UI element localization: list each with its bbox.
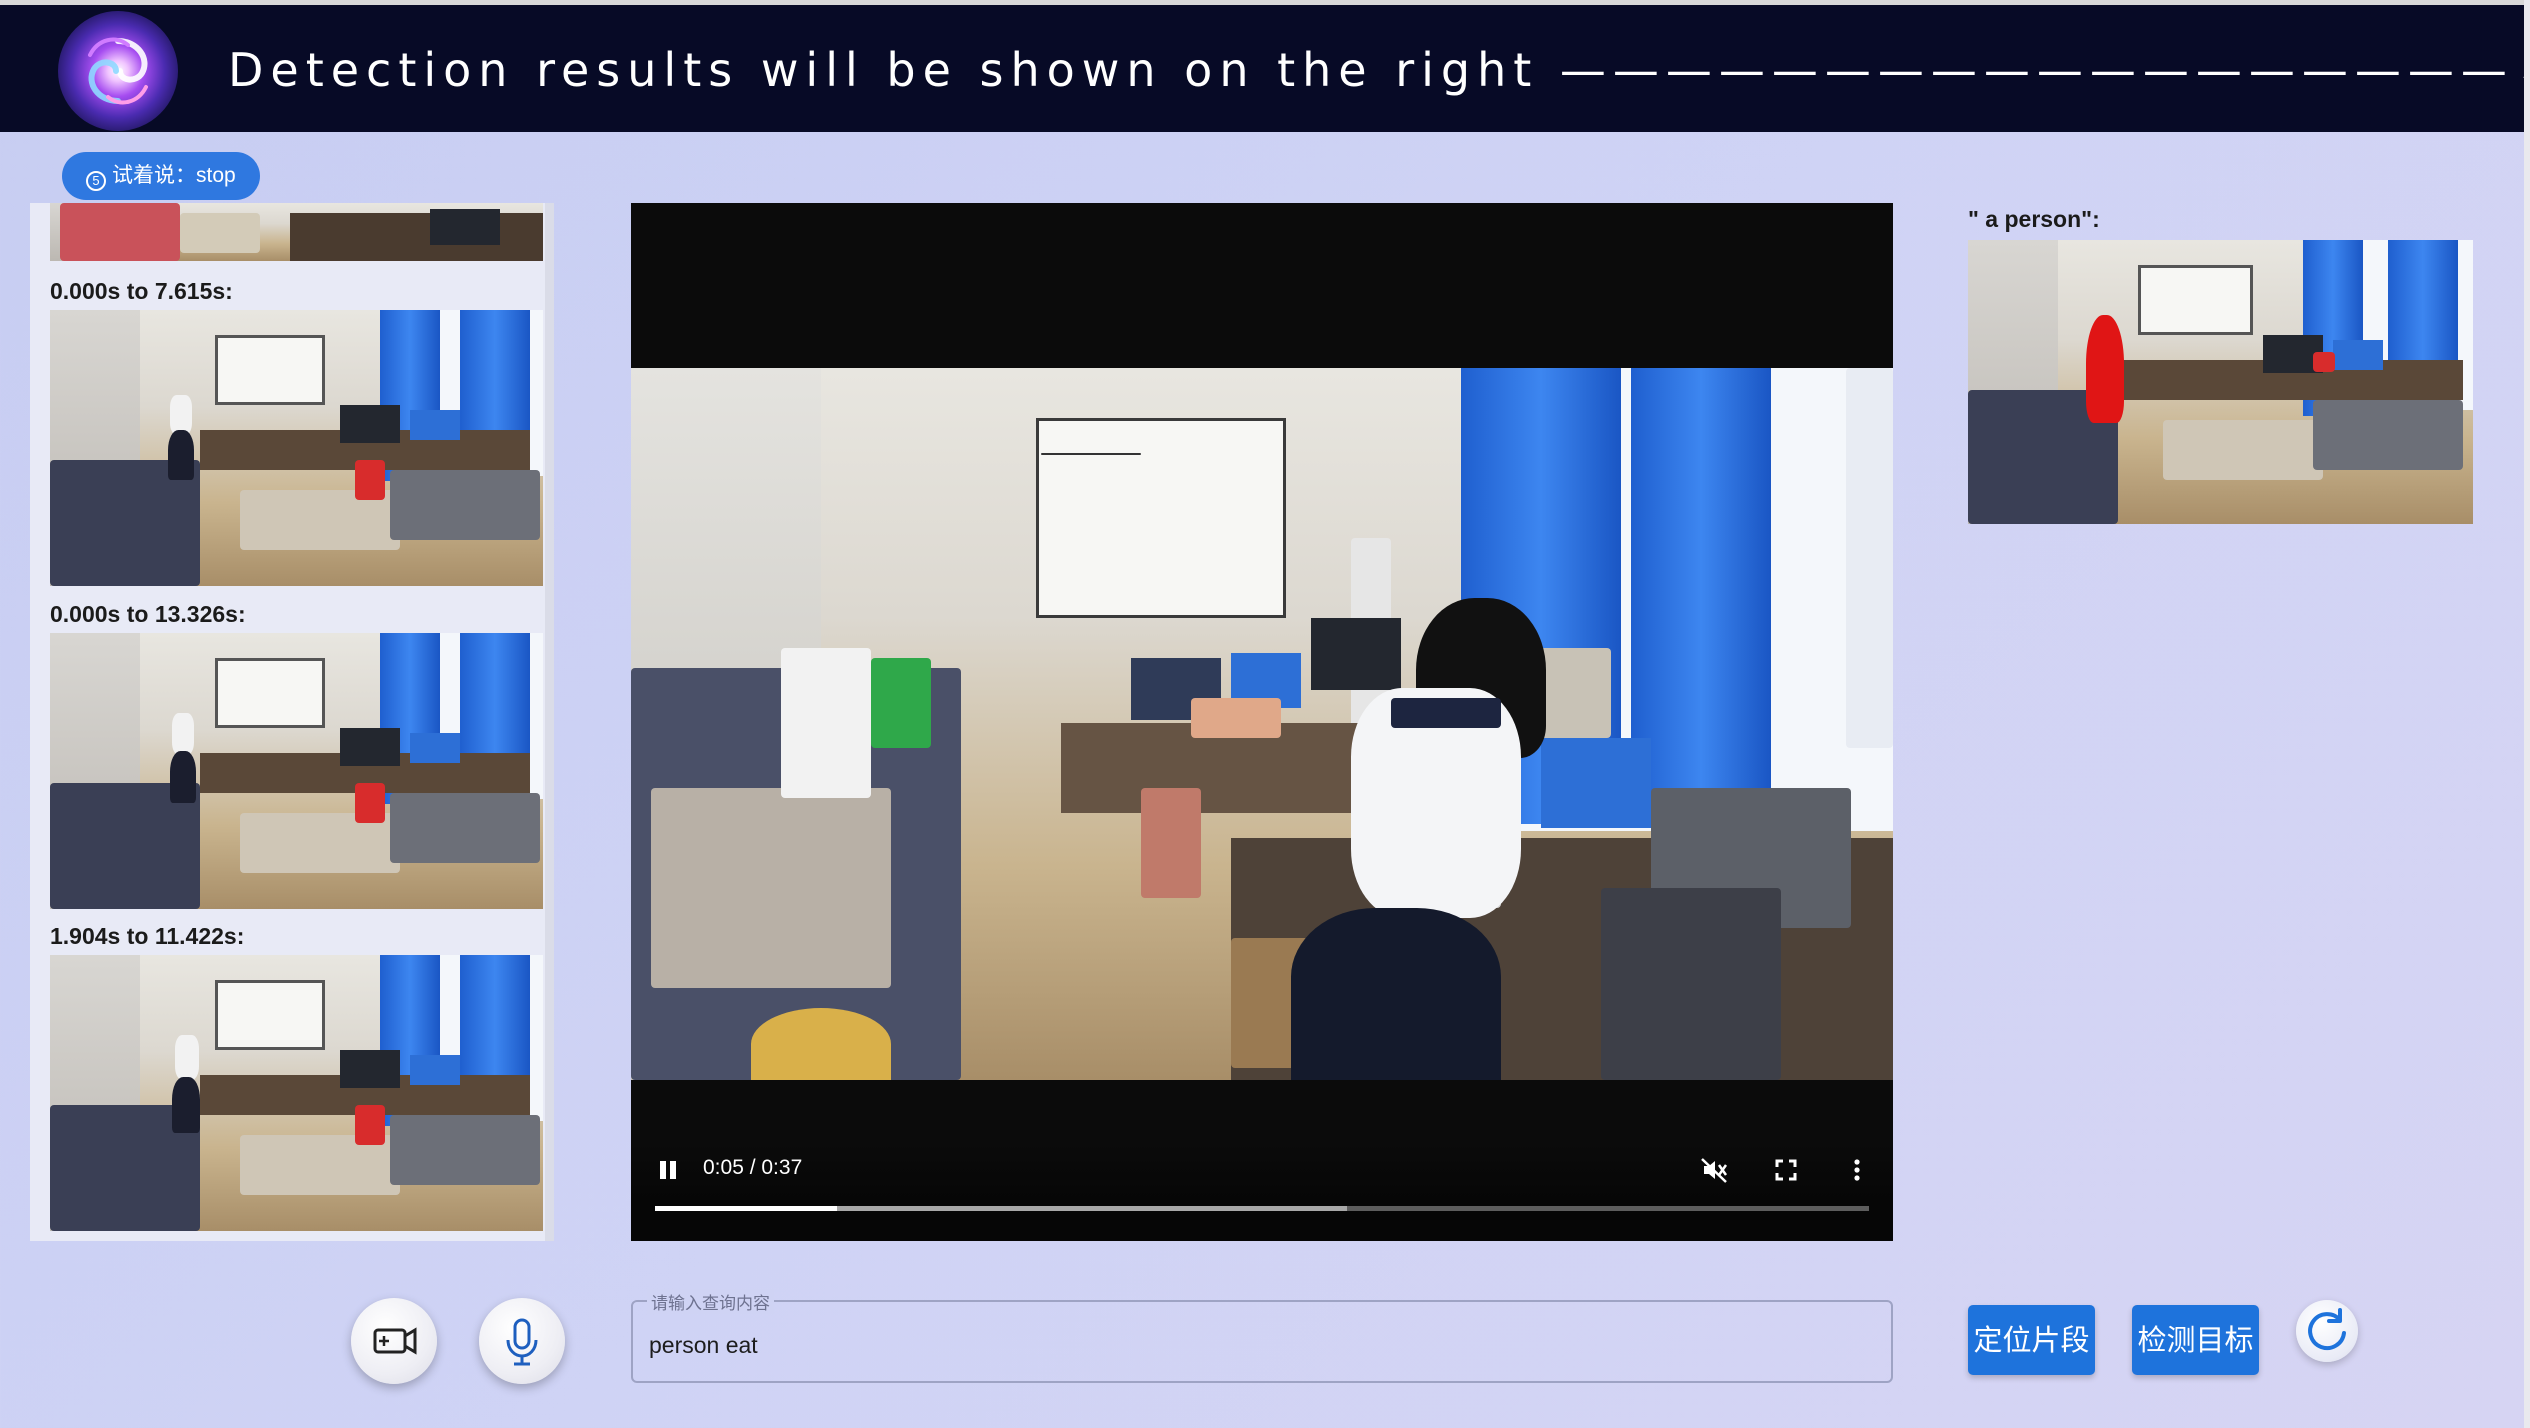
detect-target-button[interactable]: 检测目标	[2132, 1305, 2259, 1375]
segment-label-1: 0.000s to 7.615s:	[50, 278, 233, 304]
segment-thumbnail-2[interactable]	[50, 633, 543, 909]
query-input[interactable]	[649, 1328, 1849, 1362]
fullscreen-icon[interactable]	[1771, 1155, 1801, 1185]
video-player[interactable]: 0:05 / 0:37	[631, 203, 1893, 1241]
locate-segment-button[interactable]: 定位片段	[1968, 1305, 2095, 1375]
person-detection-mask	[2086, 315, 2124, 423]
video-controls: 0:05 / 0:37	[631, 1143, 1893, 1241]
camera-icon	[373, 1327, 417, 1355]
segment-label-2: 0.000s to 13.326s:	[50, 601, 246, 627]
mute-icon[interactable]	[1699, 1155, 1729, 1185]
voice-hint-chip: 5 试着说：stop	[62, 152, 260, 200]
video-played-bar	[655, 1206, 837, 1211]
more-options-icon[interactable]	[1842, 1155, 1872, 1185]
video-frame[interactable]	[631, 368, 1893, 1080]
segment-thumbnail-1[interactable]	[50, 310, 543, 586]
microphone-icon	[506, 1318, 538, 1366]
refresh-button[interactable]	[2296, 1300, 2358, 1362]
pause-icon[interactable]	[656, 1157, 682, 1185]
segment-list-scrollbar[interactable]	[545, 203, 554, 1241]
segment-thumbnail-3[interactable]	[50, 955, 543, 1231]
refresh-icon	[2308, 1308, 2346, 1351]
segment-thumbnail-partial[interactable]	[50, 203, 543, 261]
microphone-button[interactable]	[479, 1298, 565, 1384]
segment-label-3: 1.904s to 11.422s:	[50, 923, 245, 949]
window-right-border	[2524, 0, 2530, 1428]
video-progress-bar[interactable]	[655, 1206, 1869, 1211]
segment-list[interactable]: 0.000s to 7.615s: 0.000s to 13.326s: 1.9…	[30, 203, 554, 1241]
query-field-label: 请输入查询内容	[647, 1289, 774, 1314]
detection-result-image	[1968, 240, 2473, 524]
detection-result-label: " a person":	[1968, 206, 2100, 232]
video-time: 0:05 / 0:37	[703, 1156, 803, 1179]
query-field[interactable]: 请输入查询内容	[631, 1289, 1893, 1383]
header-bar: Detection results will be shown on the r…	[0, 5, 2530, 132]
page-title: Detection results will be shown on the r…	[228, 43, 2530, 97]
swirl-logo-icon	[58, 11, 178, 131]
voice-hint-text: 试着说：stop	[112, 164, 236, 187]
counter-5-icon: 5	[86, 171, 106, 191]
camera-button[interactable]	[351, 1298, 437, 1384]
